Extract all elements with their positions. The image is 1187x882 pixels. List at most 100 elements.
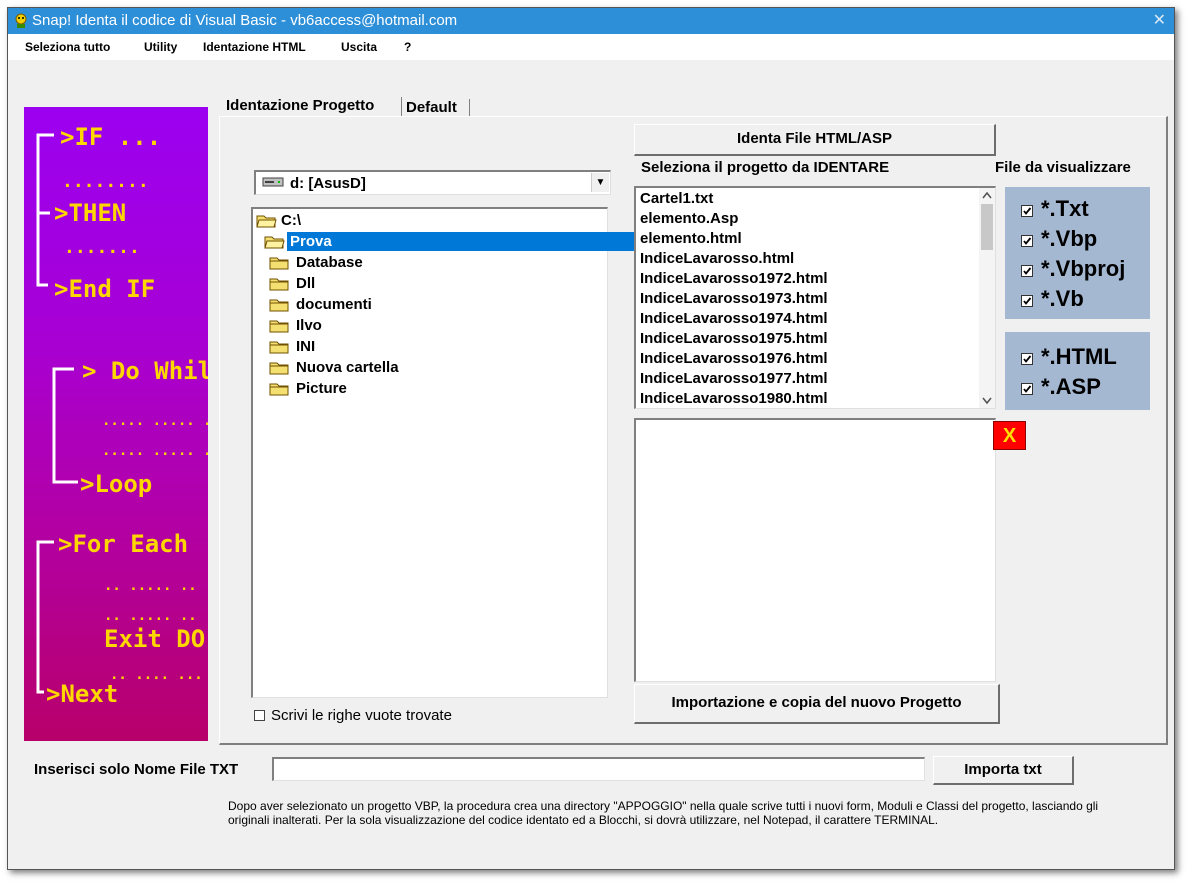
- checkmark-icon: [1023, 267, 1032, 275]
- menu-help[interactable]: ?: [404, 40, 411, 54]
- filter-label: *.Vbp: [1041, 226, 1098, 251]
- filter-label: *.Vb: [1041, 286, 1084, 311]
- tree-item-label: Dll: [296, 275, 316, 292]
- checkbox-box[interactable]: [1021, 353, 1033, 365]
- tree-root[interactable]: C:\: [253, 210, 607, 231]
- tree-item[interactable]: Picture: [253, 378, 607, 399]
- banner-line-dots-4: ..... ..... ..: [102, 443, 208, 459]
- file-list-item[interactable]: IndiceLavarosso1973.html: [640, 290, 828, 307]
- filter-label: *.ASP: [1041, 374, 1101, 399]
- tree-root-label: C:\: [281, 212, 301, 229]
- banner-line-dots-1: ........: [62, 171, 149, 192]
- seleziona-progetto-label: Seleziona il progetto da IDENTARE: [641, 159, 890, 176]
- file-list-item[interactable]: Cartel1.txt: [640, 190, 713, 207]
- checkbox-box[interactable]: [1021, 265, 1033, 277]
- app-icon: [15, 13, 27, 28]
- banner-line-if: >IF ...: [60, 123, 161, 151]
- folder-icon: [269, 320, 289, 333]
- filter-label: *.Vbproj: [1041, 256, 1126, 281]
- file-list-item[interactable]: IndiceLavarosso1972.html: [640, 270, 828, 287]
- folder-icon: [269, 383, 289, 396]
- drive-value: d: [AsusD]: [290, 175, 366, 192]
- tree-item-prova[interactable]: Prova: [253, 231, 653, 252]
- banner-line-dots-2: .......: [64, 237, 140, 258]
- file-da-visualizzare-label: File da visualizzare: [995, 159, 1131, 176]
- scroll-down-icon[interactable]: [982, 397, 992, 405]
- checkbox-righe-label: Scrivi le righe vuote trovate: [271, 707, 452, 724]
- tree-item-label: Picture: [296, 380, 347, 397]
- chevron-down-icon[interactable]: ▼: [591, 173, 609, 192]
- checkbox-box[interactable]: [254, 710, 265, 721]
- tree-item-label: INI: [296, 338, 316, 355]
- file-list[interactable]: Cartel1.txt elemento.Asp elemento.html Indi…: [634, 186, 996, 409]
- importazione-copia-button[interactable]: Importazione e copia del nuovo Progetto: [634, 684, 1000, 724]
- tree-item[interactable]: Dll: [253, 273, 607, 294]
- importa-txt-button[interactable]: Importa txt: [933, 756, 1074, 785]
- tab-default[interactable]: Default: [406, 99, 457, 116]
- scroll-up-icon[interactable]: [982, 191, 992, 199]
- menu-bar: Seleziona tutto Utility Identazione HTML…: [8, 34, 1174, 60]
- code-blocks-banner: >IF ... ........ >THEN ....... >End IF >…: [24, 107, 208, 741]
- banner-line-endif: >End IF: [54, 275, 155, 303]
- close-icon[interactable]: ✕: [1153, 10, 1166, 30]
- folder-icon: [269, 257, 289, 270]
- file-list-item[interactable]: IndiceLavarosso1976.html: [640, 350, 828, 367]
- window-title: Snap! Identa il codice di Visual Basic -…: [32, 12, 458, 29]
- banner-line-then: >THEN: [54, 199, 126, 227]
- drive-select[interactable]: d: [AsusD] ▼: [254, 170, 611, 195]
- checkbox-box[interactable]: [1021, 235, 1033, 247]
- filter-group-web: *.HTML *.ASP: [1005, 332, 1150, 410]
- banner-line-foreach: >For Each: [58, 530, 188, 558]
- tree-item[interactable]: Database: [253, 252, 607, 273]
- checkbox-box[interactable]: [1021, 383, 1033, 395]
- nome-file-label: Inserisci solo Nome File TXT: [34, 761, 239, 778]
- title-bar: Snap! Identa il codice di Visual Basic -…: [8, 8, 1174, 34]
- folder-icon: [269, 278, 289, 291]
- menu-uscita[interactable]: Uscita: [341, 40, 377, 54]
- checkbox-box[interactable]: [1021, 205, 1033, 217]
- clear-output-button[interactable]: X: [993, 421, 1026, 450]
- folder-tree[interactable]: C:\ Prova Database Dll documenti Ilvo INI Nuo…: [251, 207, 653, 698]
- checkbox-box[interactable]: [1021, 295, 1033, 307]
- tree-item[interactable]: documenti: [253, 294, 607, 315]
- tree-item[interactable]: INI: [253, 336, 607, 357]
- file-list-scrollbar[interactable]: [979, 188, 995, 408]
- file-list-item[interactable]: elemento.Asp: [640, 210, 738, 227]
- banner-graphic: >IF ... ........ >THEN ....... >End IF >…: [36, 123, 208, 708]
- menu-identazione-html[interactable]: Identazione HTML: [203, 40, 306, 54]
- banner-line-exitdo: Exit DO: [104, 625, 205, 653]
- banner-line-dots-5: .. ..... ..: [104, 578, 197, 594]
- tree-item-prova-label: Prova: [287, 232, 653, 251]
- tree-item[interactable]: Ilvo: [253, 315, 607, 336]
- tree-item[interactable]: Nuova cartella: [253, 357, 607, 378]
- file-list-item[interactable]: IndiceLavarosso1975.html: [640, 330, 828, 347]
- folder-icon: [269, 341, 289, 354]
- banner-line-loop: >Loop: [80, 470, 152, 498]
- file-list-item[interactable]: IndiceLavarosso.html: [640, 250, 794, 267]
- scrollbar-thumb[interactable]: [981, 204, 993, 250]
- nome-file-input[interactable]: [272, 757, 925, 781]
- filter-label: *.Txt: [1041, 196, 1089, 221]
- identa-html-asp-button[interactable]: Identa File HTML/ASP: [634, 124, 996, 156]
- checkbox-righe-vuote[interactable]: Scrivi le righe vuote trovate: [254, 707, 514, 727]
- banner-line-dots-6: .. ..... ..: [104, 608, 197, 624]
- file-list-item[interactable]: elemento.html: [640, 230, 742, 247]
- tree-item-label: Nuova cartella: [296, 359, 399, 376]
- folder-icon: [269, 299, 289, 312]
- banner-line-dots-7: .. .... ...: [110, 667, 203, 683]
- file-list-item[interactable]: IndiceLavarosso1980.html: [640, 390, 828, 407]
- filter-group-source: *.Txt *.Vbp *.Vbproj *.Vb: [1005, 187, 1150, 319]
- file-list-item[interactable]: IndiceLavarosso1974.html: [640, 310, 828, 327]
- file-list-item[interactable]: IndiceLavarosso1977.html: [640, 370, 828, 387]
- output-textarea[interactable]: [634, 418, 996, 682]
- tab-identazione-progetto[interactable]: Identazione Progetto: [226, 97, 374, 114]
- menu-seleziona-tutto[interactable]: Seleziona tutto: [25, 40, 110, 54]
- checkmark-icon: [1023, 237, 1032, 245]
- menu-utility[interactable]: Utility: [144, 40, 177, 54]
- drive-icon: [262, 177, 284, 187]
- app-window: Snap! Identa il codice di Visual Basic -…: [7, 7, 1175, 870]
- checkmark-icon: [1023, 207, 1032, 215]
- folder-icon: [269, 362, 289, 375]
- open-folder-icon: [264, 236, 285, 249]
- filter-label: *.HTML: [1041, 344, 1117, 369]
